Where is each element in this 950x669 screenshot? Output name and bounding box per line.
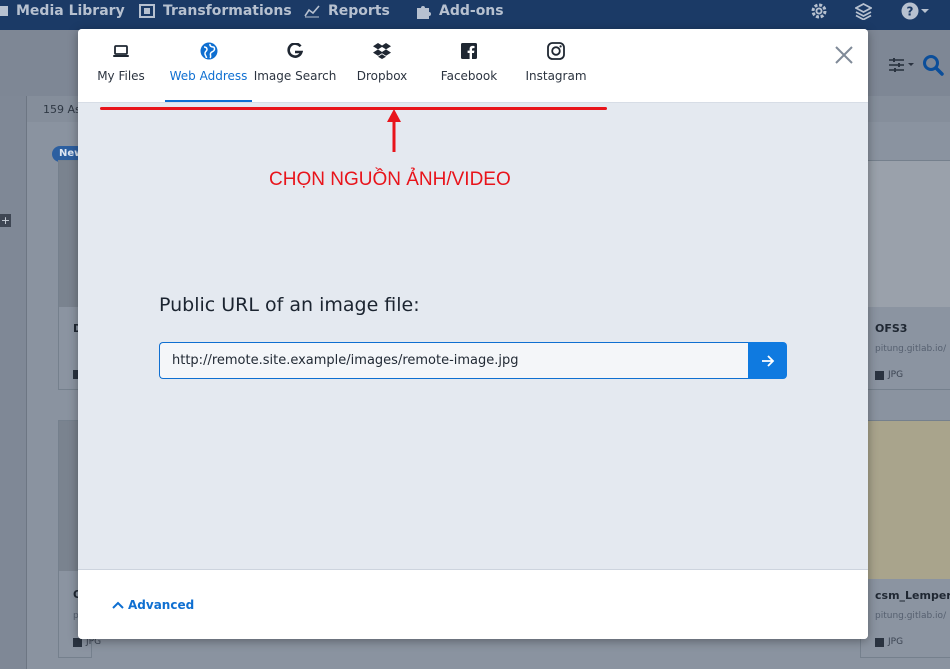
tab-web-address[interactable]: Web Address [165,29,252,102]
asset-card[interactable]: csm_Lempertz pitung.gitlab.io/ JPG [860,420,950,658]
asset-name: OFS3 [875,322,908,335]
transformations-icon [139,4,155,18]
annotation-underline [100,107,607,110]
gear-icon [811,3,827,19]
settings-button[interactable] [810,0,828,22]
asset-format[interactable]: JPG [875,370,903,380]
tab-label: Image Search [253,69,337,83]
asset-name: csm_Lempertz [875,589,950,602]
close-icon [835,46,853,64]
dropbox-icon [373,43,391,59]
tab-label: Web Address [169,69,248,83]
nav-label: Add-ons [439,3,504,19]
filter-sliders-icon[interactable] [888,57,916,73]
layers-button[interactable] [855,0,872,22]
facebook-icon [461,43,477,59]
add-folder-button[interactable]: + [0,214,11,227]
asset-thumbnail [861,421,950,579]
annotation-up-arrow-icon [387,109,401,152]
advanced-toggle[interactable]: Advanced [112,598,194,612]
tab-label: Instagram [525,69,587,83]
arrow-right-icon [761,354,774,367]
instagram-icon [547,42,565,60]
chevron-up-icon [112,601,124,609]
nav-transformations[interactable]: Transformations [139,0,292,22]
search-icon[interactable] [922,54,944,76]
image-icon [875,370,884,380]
help-icon: ? [901,2,929,20]
tab-instagram[interactable]: Instagram [525,29,587,102]
asset-card[interactable]: OFS3 pitung.gitlab.io/ JPG [860,160,950,390]
upload-modal: My Files Web Address Image Search Dropbo… [78,29,868,639]
nav-reports[interactable]: Reports [304,0,390,22]
layers-icon [855,2,872,20]
folder-sidebar: + [0,96,27,669]
svg-text:?: ? [907,5,914,19]
modal-footer: Advanced [78,569,868,639]
nav-label: Transformations [163,3,292,19]
nav-label: Media Library [16,3,125,19]
nav-add-ons[interactable]: Add-ons [415,0,504,22]
media-library-icon [0,6,8,16]
tab-label: Dropbox [356,69,408,83]
tab-dropbox[interactable]: Dropbox [352,29,412,102]
url-field-label: Public URL of an image file: [159,294,420,316]
tab-image-search[interactable]: Image Search [253,29,337,102]
url-input[interactable] [159,342,748,379]
asset-format[interactable]: JPG [875,637,903,647]
tab-facebook[interactable]: Facebook [439,29,499,102]
nav-label: Reports [328,3,390,19]
toolbar-right-icons [888,54,944,76]
google-icon [287,43,303,58]
asset-count: 159 As [43,103,81,116]
asset-source: pitung.gitlab.io/ [875,344,947,354]
asset-source: pitung.gitlab.io/ [875,611,947,621]
image-icon [875,637,884,647]
close-button[interactable] [834,45,854,65]
asset-thumbnail [861,161,950,307]
tab-my-files[interactable]: My Files [91,29,151,102]
globe-icon [200,42,217,60]
source-tabs-bar: My Files Web Address Image Search Dropbo… [78,29,868,103]
submit-url-button[interactable] [748,342,787,379]
annotation-text: CHỌN NGUỒN ẢNH/VIDEO [269,169,511,190]
help-button[interactable]: ? [901,0,929,22]
top-navigation-bar: Media Library Transformations Reports Ad… [0,0,950,30]
nav-media-library[interactable]: Media Library [0,0,125,22]
advanced-label: Advanced [128,598,195,612]
puzzle-icon [417,6,431,19]
reports-icon [304,5,320,18]
tab-label: My Files [97,69,145,83]
laptop-icon [113,45,129,57]
tab-label: Facebook [440,69,498,83]
